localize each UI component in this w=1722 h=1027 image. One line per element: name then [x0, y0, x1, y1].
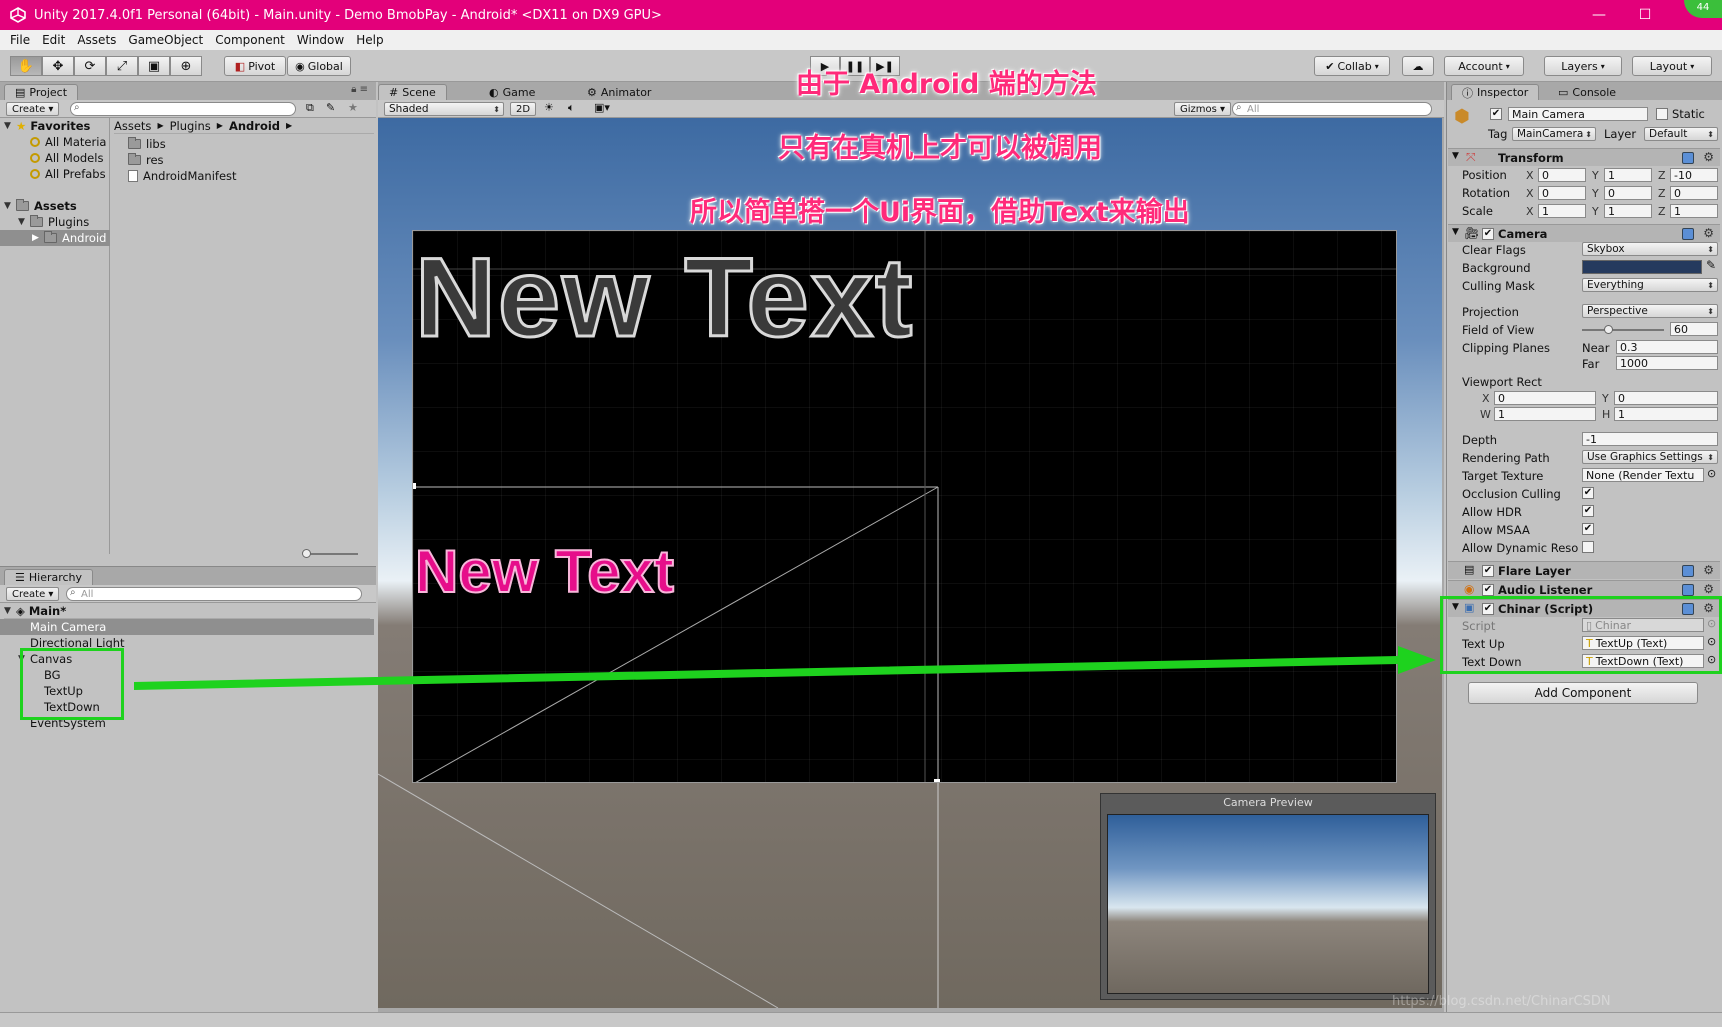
position-label: Position: [1462, 168, 1507, 182]
depth-label: Depth: [1462, 433, 1498, 447]
help-icon[interactable]: [1682, 565, 1694, 577]
allow-msaa-checkbox[interactable]: ✔: [1582, 523, 1594, 535]
allow-dynamic-resolution-label: Allow Dynamic Reso: [1462, 541, 1579, 555]
scale-label: Scale: [1462, 204, 1493, 218]
unity-editor-window: Unity 2017.4.0f1 Personal (64bit) - Main…: [0, 0, 1722, 1027]
gear-icon[interactable]: ⚙: [1703, 582, 1714, 596]
scale-y-field[interactable]: 1: [1604, 204, 1652, 218]
projection-dropdown[interactable]: Perspective: [1582, 304, 1718, 318]
rotation-x-field[interactable]: 0: [1538, 186, 1586, 200]
flare-layer-header[interactable]: ▤ ✔ Flare Layer ⚙: [1448, 561, 1720, 579]
viewport-x-field[interactable]: 0: [1494, 391, 1596, 405]
scale-x-field[interactable]: 1: [1538, 204, 1586, 218]
object-name-field[interactable]: Main Camera: [1508, 107, 1648, 121]
culling-mask-label: Culling Mask: [1462, 279, 1535, 293]
active-checkbox[interactable]: ✔: [1490, 108, 1502, 120]
culling-mask-dropdown[interactable]: Everything: [1582, 278, 1718, 292]
transform-icon: ⤧: [1466, 150, 1476, 164]
help-icon[interactable]: [1682, 228, 1694, 240]
viewport-y-field[interactable]: 0: [1614, 391, 1718, 405]
watermark: https://blog.csdn.net/ChinarCSDN: [1392, 994, 1611, 1009]
near-field[interactable]: 0.3: [1616, 340, 1718, 354]
near-label: Near: [1582, 341, 1610, 355]
projection-label: Projection: [1462, 305, 1519, 319]
occlusion-culling-label: Occlusion Culling: [1462, 487, 1561, 501]
camera-icon: 🎥︎: [1464, 226, 1480, 240]
help-icon[interactable]: [1682, 584, 1694, 596]
rendering-path-label: Rendering Path: [1462, 451, 1550, 465]
position-z-field[interactable]: -10: [1670, 168, 1718, 182]
console-icon: ▭: [1558, 86, 1569, 99]
occlusion-culling-checkbox[interactable]: ✔: [1582, 487, 1594, 499]
fov-label: Field of View: [1462, 323, 1535, 337]
tag-label: Tag: [1488, 127, 1508, 141]
tag-dropdown[interactable]: MainCamera: [1512, 127, 1596, 141]
rendering-path-dropdown[interactable]: Use Graphics Settings: [1582, 450, 1718, 464]
clipping-planes-label: Clipping Planes: [1462, 341, 1550, 355]
viewport-rect-label: Viewport Rect: [1462, 375, 1542, 389]
camera-enabled-checkbox[interactable]: ✔: [1482, 228, 1494, 240]
depth-field[interactable]: -1: [1582, 432, 1718, 446]
viewport-w-field[interactable]: 1: [1494, 407, 1596, 421]
audio-listener-checkbox[interactable]: ✔: [1482, 584, 1494, 596]
object-picker-icon[interactable]: ⊙: [1707, 467, 1716, 480]
allow-hdr-label: Allow HDR: [1462, 505, 1522, 519]
gear-icon[interactable]: ⚙: [1703, 563, 1714, 577]
camera-header[interactable]: ▼ 🎥︎ ✔ Camera ⚙: [1448, 224, 1720, 242]
target-texture-label: Target Texture: [1462, 469, 1544, 483]
static-label: Static: [1672, 107, 1705, 121]
gear-icon[interactable]: ⚙: [1703, 226, 1714, 240]
rotation-label: Rotation: [1462, 186, 1511, 200]
viewport-h-field[interactable]: 1: [1614, 407, 1718, 421]
target-texture-field[interactable]: None (Render Textu: [1582, 468, 1704, 482]
info-icon: ⓘ: [1462, 86, 1473, 100]
far-field[interactable]: 1000: [1616, 356, 1718, 370]
gear-icon[interactable]: ⚙: [1703, 150, 1714, 164]
flare-layer-icon: ▤: [1464, 563, 1475, 576]
highlight-box-inspector: [1440, 596, 1722, 674]
scale-z-field[interactable]: 1: [1670, 204, 1718, 218]
fov-slider[interactable]: [1582, 329, 1664, 331]
tab-inspector[interactable]: ⓘ Inspector: [1451, 84, 1540, 100]
far-label: Far: [1582, 357, 1600, 371]
clear-flags-label: Clear Flags: [1462, 243, 1526, 257]
transform-header[interactable]: ▼ ⤧ Transform ⚙: [1448, 148, 1720, 166]
help-icon[interactable]: [1682, 152, 1694, 164]
add-component-button[interactable]: Add Component: [1468, 682, 1698, 704]
status-bar: [0, 1012, 1722, 1027]
allow-hdr-checkbox[interactable]: ✔: [1582, 505, 1594, 517]
layer-label: Layer: [1604, 127, 1637, 141]
position-y-field[interactable]: 1: [1604, 168, 1652, 182]
allow-dynamic-resolution-checkbox[interactable]: [1582, 541, 1594, 553]
audio-listener-icon: ◉: [1464, 582, 1475, 596]
fov-slider-handle[interactable]: [1604, 325, 1613, 334]
background-color-swatch[interactable]: [1582, 260, 1702, 274]
allow-msaa-label: Allow MSAA: [1462, 523, 1530, 537]
rotation-y-field[interactable]: 0: [1604, 186, 1652, 200]
layer-dropdown[interactable]: Default: [1644, 127, 1718, 141]
rotation-z-field[interactable]: 0: [1670, 186, 1718, 200]
eyedropper-icon[interactable]: ✎: [1706, 258, 1716, 272]
clear-flags-dropdown[interactable]: Skybox: [1582, 242, 1718, 256]
background-label: Background: [1462, 261, 1531, 275]
flare-layer-checkbox[interactable]: ✔: [1482, 565, 1494, 577]
gameobject-cube-icon: ⬢: [1454, 106, 1470, 127]
static-checkbox[interactable]: [1656, 108, 1668, 120]
fov-field[interactable]: 60: [1670, 322, 1718, 336]
tab-console[interactable]: ▭ Console: [1547, 84, 1628, 100]
position-x-field[interactable]: 0: [1538, 168, 1586, 182]
